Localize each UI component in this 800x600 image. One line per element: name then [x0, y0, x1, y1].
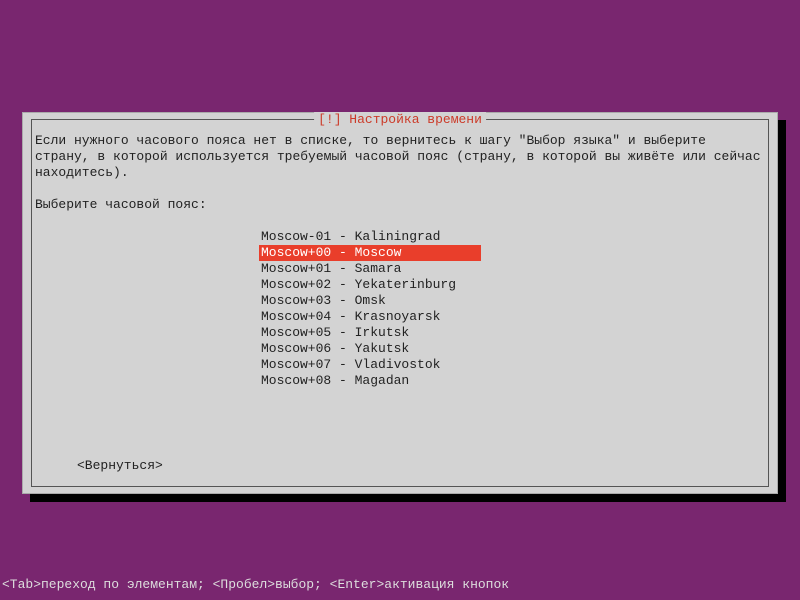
- instruction-text: Если нужного часового пояса нет в списке…: [35, 133, 765, 181]
- dialog-title: [!] Настройка времени: [314, 112, 486, 127]
- back-button[interactable]: <Вернуться>: [77, 458, 163, 473]
- time-config-dialog: [!] Настройка времени Если нужного часов…: [22, 112, 778, 494]
- timezone-item[interactable]: Moscow+02 - Yekaterinburg: [259, 277, 458, 293]
- timezone-item[interactable]: Moscow+01 - Samara: [259, 261, 403, 277]
- timezone-item[interactable]: Moscow+08 - Magadan: [259, 373, 411, 389]
- timezone-item[interactable]: Moscow+06 - Yakutsk: [259, 341, 411, 357]
- footer-hint: <Tab>переход по элементам; <Пробел>выбор…: [2, 577, 509, 592]
- timezone-item[interactable]: Moscow-01 - Kaliningrad: [259, 229, 442, 245]
- timezone-list[interactable]: Moscow-01 - KaliningradMoscow+00 - Mosco…: [259, 229, 765, 389]
- dialog-content: Если нужного часового пояса нет в списке…: [35, 133, 765, 389]
- timezone-item[interactable]: Moscow+00 - Moscow: [259, 245, 481, 261]
- timezone-item[interactable]: Moscow+04 - Krasnoyarsk: [259, 309, 442, 325]
- prompt-text: Выберите часовой пояс:: [35, 197, 765, 213]
- timezone-item[interactable]: Moscow+05 - Irkutsk: [259, 325, 411, 341]
- timezone-item[interactable]: Moscow+07 - Vladivostok: [259, 357, 442, 373]
- timezone-item[interactable]: Moscow+03 - Omsk: [259, 293, 388, 309]
